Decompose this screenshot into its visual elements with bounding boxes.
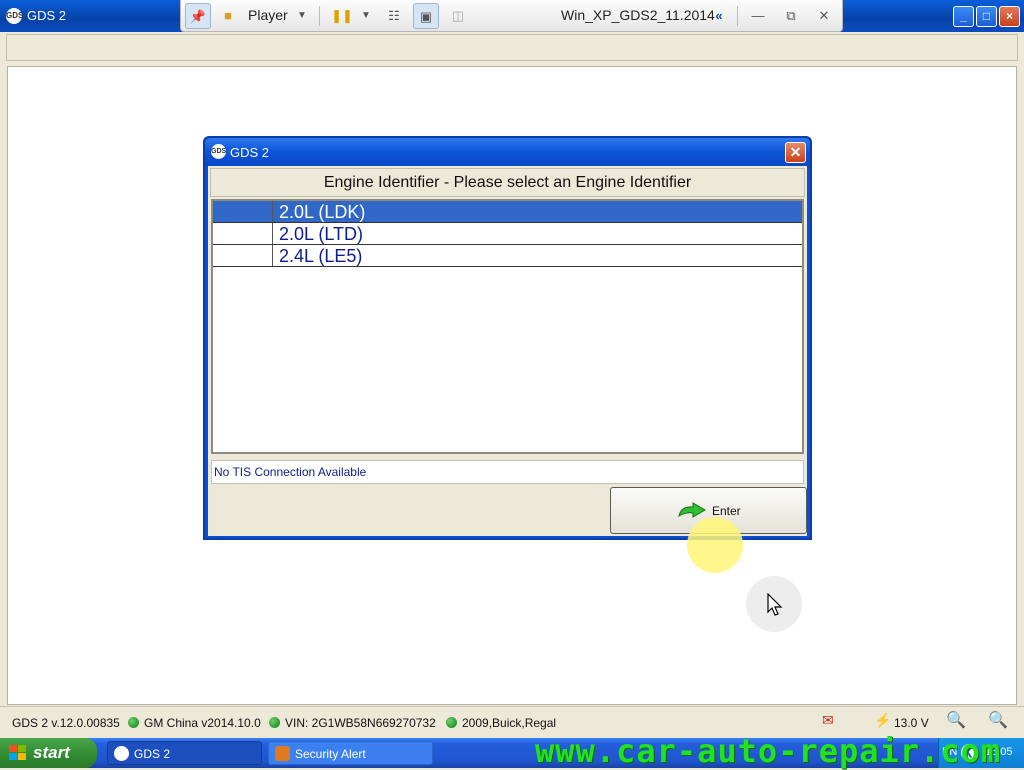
pause-menu-chevron-icon[interactable]: ▼ <box>353 3 379 29</box>
dialog-header: Engine Identifier - Please select an Eng… <box>210 168 805 197</box>
player-menu[interactable]: Player <box>248 7 288 23</box>
status-dot-icon <box>446 717 457 728</box>
collapse-icon[interactable]: « <box>706 3 732 29</box>
pin-icon[interactable]: 📌 <box>185 3 211 29</box>
gds-icon <box>114 746 129 761</box>
voltage-text: 13.0 V <box>894 716 929 730</box>
fullscreen-icon[interactable]: ▣ <box>413 3 439 29</box>
click-highlight <box>687 517 743 573</box>
taskbar-item-label: Security Alert <box>295 747 366 761</box>
vm-minimize-button[interactable]: — <box>745 3 771 29</box>
vm-close-button[interactable]: ✕ <box>811 3 837 29</box>
network-icon[interactable]: ☷ <box>381 3 407 29</box>
list-item-label: 2.0L (LDK) <box>279 202 366 222</box>
status-dot-icon <box>128 717 139 728</box>
enter-button-label: Enter <box>712 504 741 518</box>
version-text: GDS 2 v.12.0.00835 <box>12 716 120 730</box>
tis-status: No TIS Connection Available <box>211 460 804 484</box>
engine-identifier-dialog: GDS GDS 2 ✕ Engine Identifier - Please s… <box>203 136 812 540</box>
region-status: GM China v2014.10.0 <box>128 716 261 730</box>
maximize-button[interactable]: □ <box>976 6 997 27</box>
close-button[interactable]: × <box>999 6 1020 27</box>
menu-strip <box>0 32 1024 66</box>
list-item[interactable]: 2.4L (LE5) <box>213 245 802 267</box>
start-label: start <box>33 743 70 762</box>
engine-list: 2.0L (LDK) 2.0L (LTD) 2.4L (LE5) <box>211 199 804 454</box>
chevron-down-icon[interactable]: ▼ <box>289 3 315 29</box>
pause-icon[interactable]: ❚❚ <box>329 3 355 29</box>
dialog-title: GDS 2 <box>230 145 270 160</box>
zoom-in-icon[interactable]: 🔍 <box>988 710 1008 730</box>
vin-status: VIN: 2G1WB58N669270732 <box>269 716 436 730</box>
dialog-close-button[interactable]: ✕ <box>785 142 806 163</box>
taskbar-item-label: GDS 2 <box>134 747 171 761</box>
player-menu-icon[interactable]: ■ <box>215 3 241 29</box>
mail-icon[interactable]: ✉ <box>822 712 834 729</box>
list-item-label: 2.4L (LE5) <box>279 246 363 266</box>
zoom-out-icon[interactable]: 🔍 <box>946 710 966 730</box>
list-item-label: 2.0L (LTD) <box>279 224 364 244</box>
mouse-cursor-icon <box>767 593 783 616</box>
list-item[interactable]: 2.0L (LDK) <box>213 201 802 223</box>
minimize-button[interactable]: _ <box>953 6 974 27</box>
player-toolbar: 📌 ■ Player ▼ ❚❚ ▼ ☷ ▣ ◫ Win_XP_GDS2_11.2… <box>180 0 843 32</box>
gds-icon: GDS <box>211 144 226 159</box>
window-controls: _ □ × <box>953 6 1020 27</box>
vm-restore-button[interactable]: ⧉ <box>778 3 804 29</box>
windows-logo-icon <box>9 745 26 760</box>
shield-icon <box>275 746 290 761</box>
status-dot-icon <box>269 717 280 728</box>
vehicle-status: 2009,Buick,Regal <box>446 716 556 730</box>
start-button[interactable]: start <box>0 738 97 768</box>
dialog-titlebar: GDS GDS 2 ✕ <box>205 138 810 166</box>
taskbar-item-gds[interactable]: GDS 2 <box>107 741 262 765</box>
list-item[interactable]: 2.0L (LTD) <box>213 223 802 245</box>
watermark: www.car-auto-repair.com <box>535 732 1002 770</box>
unity-icon[interactable]: ◫ <box>445 3 471 29</box>
gds-icon: GDS <box>6 8 23 24</box>
vm-name: Win_XP_GDS2_11.2014 <box>561 7 715 23</box>
taskbar-item-security-alert[interactable]: Security Alert <box>268 741 433 765</box>
dialog-body: Engine Identifier - Please select an Eng… <box>208 166 807 536</box>
lightning-icon: ⚡ <box>874 712 892 728</box>
window-title: GDS 2 <box>27 8 67 23</box>
green-arrow-icon <box>678 502 706 518</box>
